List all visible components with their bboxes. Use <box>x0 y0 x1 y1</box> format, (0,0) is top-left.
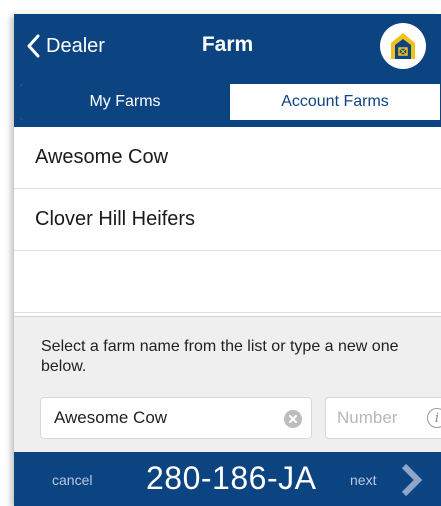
info-icon[interactable]: i <box>427 408 441 428</box>
footer-bar: cancel 280-186-JA next <box>14 452 441 506</box>
logo-button[interactable] <box>380 23 426 69</box>
cancel-button[interactable]: cancel <box>52 472 92 488</box>
barn-logo-icon <box>387 30 419 62</box>
farm-name-field <box>40 397 312 439</box>
segmented-control: My Farms Account Farms <box>19 83 441 121</box>
clear-icon[interactable] <box>284 410 302 428</box>
chevron-right-icon[interactable] <box>399 463 423 501</box>
list-item[interactable]: Clover Hill Heifers <box>14 189 441 251</box>
tag-id: 280-186-JA <box>146 460 317 496</box>
list-item[interactable]: Awesome Cow <box>14 127 441 189</box>
empty-row <box>14 251 441 313</box>
nav-bar: Dealer Farm <box>14 14 441 78</box>
farm-number-field: i <box>325 397 441 439</box>
farm-name-input[interactable] <box>52 407 276 429</box>
farm-list: Awesome Cow Clover Hill Heifers <box>14 127 441 313</box>
app-screen: Dealer Farm My Farms Account Farms Aweso… <box>14 14 441 506</box>
tab-account-farms[interactable]: Account Farms <box>230 84 440 120</box>
farm-number-input[interactable] <box>335 407 419 429</box>
tab-my-farms[interactable]: My Farms <box>20 84 230 120</box>
page-title: Farm <box>201 33 254 56</box>
farm-entry-panel: Select a farm name from the list or type… <box>14 316 441 452</box>
next-button[interactable]: next <box>350 472 376 488</box>
segment-bar: My Farms Account Farms <box>14 78 441 127</box>
entry-prompt: Select a farm name from the list or type… <box>41 338 399 375</box>
